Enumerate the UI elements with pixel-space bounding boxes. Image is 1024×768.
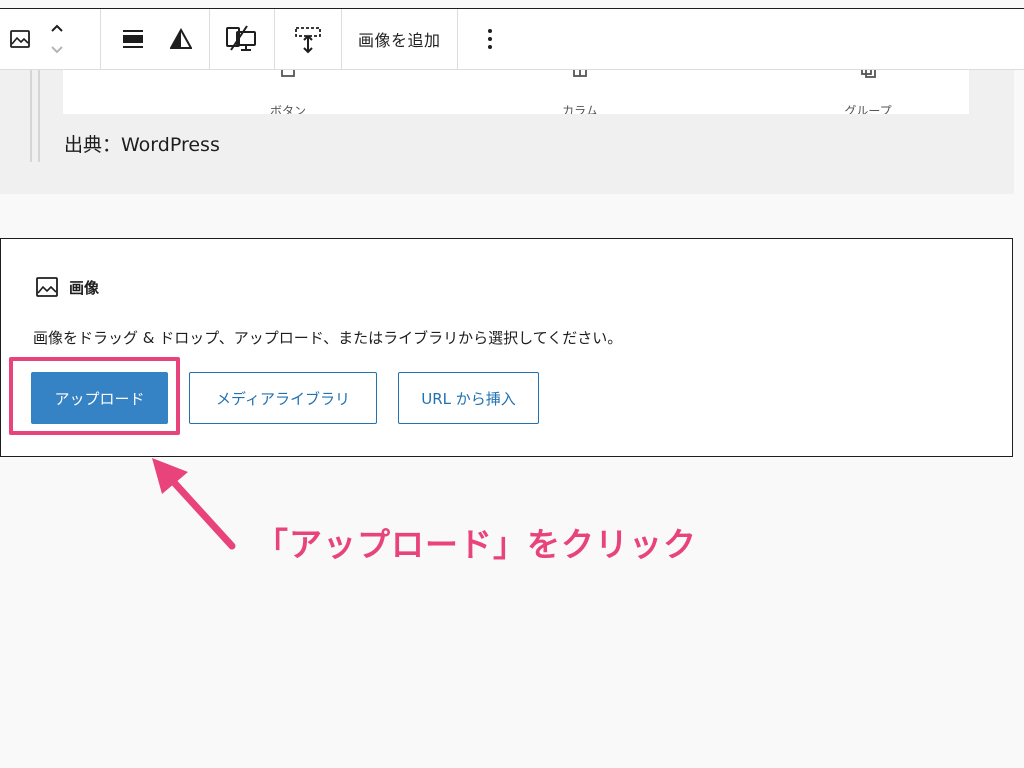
block-mover	[40, 9, 74, 69]
toolbar-options-group	[458, 9, 522, 69]
align-icon	[123, 30, 143, 48]
toolbar-align-group	[101, 9, 210, 69]
chevron-down-icon	[51, 46, 63, 54]
image-block-title: 画像	[69, 278, 100, 297]
toolbar-block-group	[0, 9, 101, 69]
embed-item-columns: カラム	[520, 70, 640, 114]
image-block-instructions: 画像をドラッグ & ドロップ、アップロード、またはライブラリから選択してください…	[33, 329, 623, 347]
add-image-button[interactable]: 画像を追加	[342, 9, 457, 69]
duotone-button[interactable]	[165, 9, 197, 69]
toolbar-add-image-group: 画像を追加	[342, 9, 458, 69]
move-down-button[interactable]	[49, 39, 65, 61]
pointer-arrow-icon	[152, 458, 236, 550]
image-block-label: 画像	[35, 275, 99, 299]
columns-block-icon	[573, 70, 587, 77]
align-button[interactable]	[101, 9, 165, 69]
resize-height-button[interactable]	[275, 9, 341, 69]
quote-border	[30, 70, 32, 162]
resize-height-icon	[295, 27, 321, 54]
toolbar-visibility-group	[210, 9, 275, 69]
move-up-button[interactable]	[49, 17, 65, 39]
button-block-icon	[281, 70, 295, 77]
embed-item-button: ボタン	[228, 70, 348, 114]
embedded-screenshot: ボタン カラム グループ	[63, 70, 969, 114]
more-options-button[interactable]	[458, 9, 522, 69]
chevron-up-icon	[51, 24, 63, 32]
duotone-icon	[170, 28, 192, 49]
annotation-text: 「アップロード」をクリック	[255, 525, 697, 564]
image-icon	[10, 30, 30, 48]
group-block-icon	[861, 70, 876, 78]
quote-block: ボタン カラム グループ 出典：WordPress	[0, 70, 1014, 194]
image-icon	[36, 277, 58, 297]
insert-from-url-button[interactable]: URL から挿入	[398, 372, 539, 424]
device-visibility-button[interactable]	[210, 9, 274, 69]
media-library-button[interactable]: メディアライブラリ	[189, 372, 377, 424]
quote-caption: 出典：WordPress	[64, 134, 220, 156]
upload-highlight-box	[9, 357, 180, 435]
embed-item-group: グループ	[808, 70, 928, 114]
block-type-button[interactable]	[0, 9, 40, 69]
hide-on-mobile-icon	[226, 25, 256, 51]
more-options-icon	[487, 29, 492, 49]
quote-border	[38, 70, 40, 162]
block-toolbar: 画像を追加	[0, 8, 1024, 70]
toolbar-size-group	[275, 9, 342, 69]
